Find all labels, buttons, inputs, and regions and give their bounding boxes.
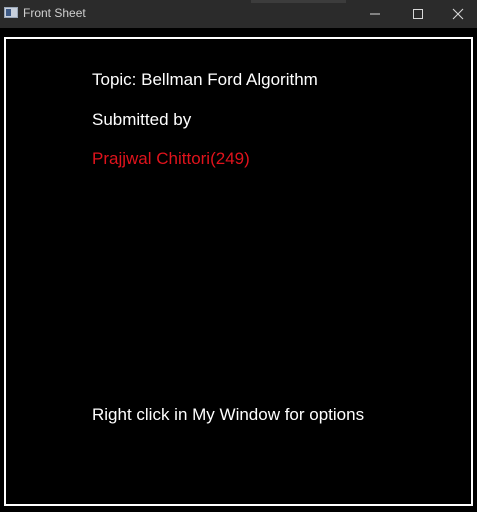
minimize-button[interactable] — [352, 0, 398, 28]
minimize-icon — [370, 13, 380, 15]
close-button[interactable] — [439, 0, 477, 28]
topic-text: Topic: Bellman Ford Algorithm — [92, 70, 318, 89]
window-title: Front Sheet — [23, 6, 86, 20]
maximize-icon — [413, 9, 423, 19]
app-window-icon[interactable] — [4, 7, 18, 18]
maximize-button[interactable] — [395, 0, 441, 28]
title-bar-accent — [251, 0, 346, 3]
drawing-canvas[interactable]: Topic: Bellman Ford Algorithm Submitted … — [0, 28, 477, 512]
options-hint-text: Right click in My Window for options — [92, 405, 365, 424]
close-icon — [452, 8, 464, 20]
border-frame — [4, 37, 473, 506]
submitted-by-text: Submitted by — [92, 110, 192, 129]
author-name-text: Prajjwal Chittori(249) — [92, 149, 250, 168]
app-window: Front Sheet Topic: Bellman Ford Algorith… — [0, 0, 477, 512]
title-bar[interactable]: Front Sheet — [0, 0, 477, 28]
